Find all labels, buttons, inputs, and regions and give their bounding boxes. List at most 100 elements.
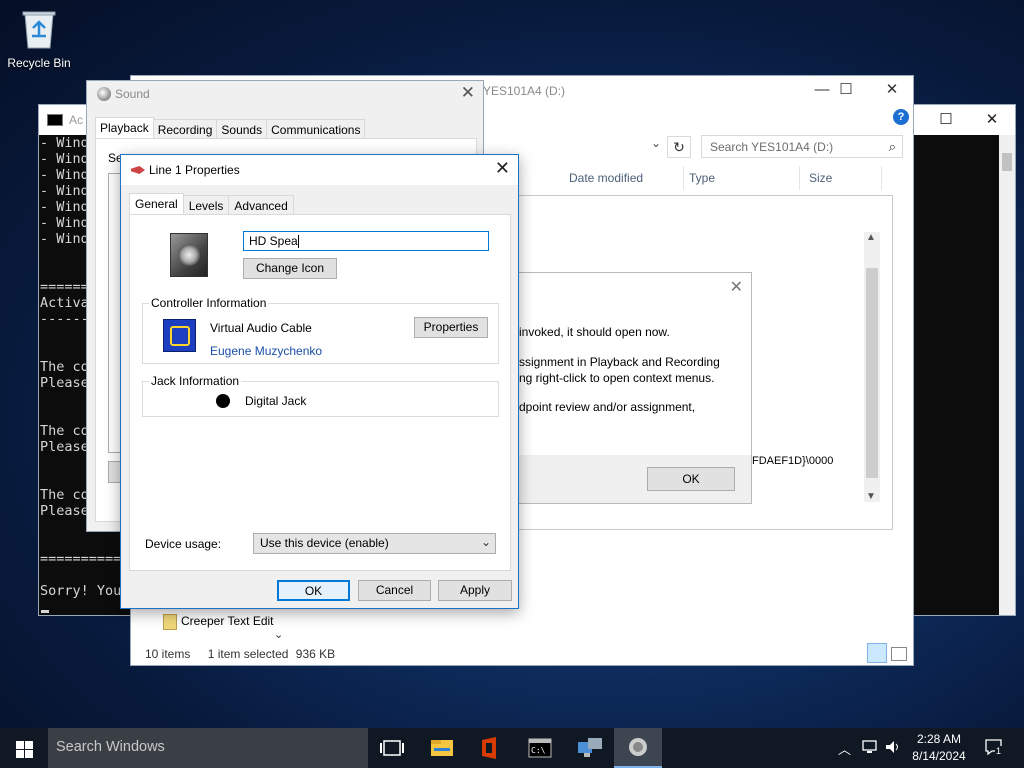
recycle-bin-label: Recycle Bin	[7, 56, 71, 70]
close-icon[interactable]: ✕	[495, 158, 510, 179]
message-text: invoked, it should open now.	[519, 325, 670, 339]
message-dialog[interactable]: ✕ OK	[518, 272, 752, 504]
apply-button[interactable]: Apply	[438, 580, 512, 601]
maximize-icon[interactable]: ☐	[823, 76, 869, 104]
message-text: ssignment in Playback and Recording	[519, 355, 720, 369]
device-name-input[interactable]: HD Spea	[243, 231, 489, 251]
controller-properties-button[interactable]: Properties	[414, 317, 488, 338]
item-count: 10 items	[145, 647, 191, 661]
explorer-title: YES101A4 (D:)	[483, 84, 566, 98]
dialog-title: Line 1 Properties	[149, 163, 240, 177]
controller-info-group: Controller Information Virtual Audio Cab…	[142, 296, 499, 364]
close-icon[interactable]: ✕	[461, 83, 475, 103]
taskbar: Search Windows C:\ ︿ 2:28 AM 8/14/2024 1	[0, 728, 1024, 768]
chevron-down-icon: ⌄	[480, 535, 491, 549]
address-dropdown-icon[interactable]: ⌄	[651, 136, 661, 150]
jack-color-icon	[216, 394, 230, 408]
search-icon: ⌕	[888, 139, 896, 154]
scroll-up-icon[interactable]: ▲	[866, 232, 876, 243]
column-date-modified[interactable]: Date modified	[569, 171, 643, 185]
taskbar-search[interactable]: Search Windows	[48, 728, 368, 768]
file-icon	[163, 614, 177, 630]
network-icon[interactable]	[861, 738, 879, 759]
network-tool-icon[interactable]	[566, 728, 614, 768]
scrollbar-thumb[interactable]	[1002, 153, 1012, 171]
controller-name: Virtual Audio Cable	[210, 321, 312, 335]
recycle-bin-icon	[19, 6, 59, 50]
sound-title: Sound	[115, 87, 150, 101]
speaker-icon	[97, 87, 111, 101]
change-icon-button[interactable]: Change Icon	[243, 258, 337, 279]
console-scrollbar[interactable]	[999, 135, 1015, 615]
selected-count: 1 item selected	[207, 647, 289, 661]
console-cursor	[41, 610, 49, 613]
controller-legend: Controller Information	[149, 296, 269, 310]
sound-settings-icon[interactable]	[614, 728, 662, 768]
file-item[interactable]: Creeper Text Edit	[163, 614, 274, 630]
cancel-button[interactable]: Cancel	[358, 580, 431, 601]
close-icon[interactable]: ✕	[869, 76, 915, 104]
status-bar: 10 items 1 item selected 936 KB	[145, 647, 349, 661]
volume-icon[interactable]	[884, 738, 902, 759]
scrollbar-thumb[interactable]	[866, 268, 878, 478]
speaker-cone	[178, 244, 200, 266]
chevron-down-icon[interactable]: ⌄	[274, 628, 283, 641]
line1-properties-dialog[interactable]: Line 1 Properties ✕ General Levels Advan…	[120, 154, 519, 609]
svg-text:C:\: C:\	[531, 746, 546, 755]
tab-recording[interactable]: Recording	[152, 119, 218, 139]
details-view-icon[interactable]	[867, 643, 887, 663]
column-divider[interactable]	[881, 166, 882, 190]
message-text: dpoint review and/or assignment,	[519, 400, 696, 414]
selected-size: 936 KB	[295, 647, 336, 661]
search-placeholder: Search YES101A4 (D:)	[710, 140, 834, 154]
close-icon[interactable]: ✕	[730, 277, 743, 297]
start-button[interactable]	[0, 728, 48, 768]
search-input[interactable]: Search YES101A4 (D:) ⌕	[701, 135, 903, 158]
jack-info-group: Jack Information Digital Jack	[142, 374, 499, 417]
help-icon[interactable]: ?	[893, 109, 909, 125]
notification-count: 1	[995, 746, 1003, 756]
column-type[interactable]: Type	[689, 171, 715, 185]
message-text: ng right-click to open context menus.	[519, 371, 715, 385]
column-size[interactable]: Size	[809, 171, 832, 185]
console-title: Ac	[69, 113, 84, 127]
guid-text: FDAEF1D}\0000	[752, 455, 834, 467]
command-prompt-icon[interactable]: C:\	[516, 728, 564, 768]
sound-tabs: Playback Recording Sounds Communications	[95, 117, 366, 141]
dialog-titlebar[interactable]: Line 1 Properties ✕	[121, 155, 518, 185]
column-divider[interactable]	[683, 166, 684, 190]
refresh-icon[interactable]: ↻	[667, 136, 691, 158]
tab-levels[interactable]: Levels	[182, 195, 230, 215]
text-caret	[297, 235, 299, 249]
tab-advanced[interactable]: Advanced	[228, 195, 294, 215]
device-usage-value: Use this device (enable)	[260, 536, 389, 550]
tab-sounds[interactable]: Sounds	[216, 119, 268, 139]
ok-button[interactable]: OK	[647, 467, 735, 491]
speaker-icon	[170, 233, 208, 277]
clock-date[interactable]: 8/14/2024	[912, 749, 966, 763]
general-panel: HD Spea Change Icon Controller Informati…	[129, 214, 511, 571]
ok-button[interactable]: OK	[277, 580, 350, 601]
tab-communications[interactable]: Communications	[266, 119, 366, 139]
close-icon[interactable]: ✕	[969, 105, 1015, 135]
device-icon	[131, 166, 145, 174]
maximize-icon[interactable]: ☐	[923, 105, 969, 135]
file-explorer-icon[interactable]	[418, 728, 466, 768]
task-view-icon[interactable]	[368, 728, 416, 768]
jack-legend: Jack Information	[149, 374, 242, 388]
clock-time[interactable]: 2:28 AM	[916, 732, 962, 746]
tab-general[interactable]: General	[129, 193, 184, 216]
device-usage-select[interactable]: Use this device (enable) ⌄	[253, 533, 496, 554]
virtual-audio-cable-icon	[163, 319, 196, 352]
column-divider[interactable]	[799, 166, 800, 190]
props-tabs: General Levels Advanced	[129, 193, 294, 216]
jack-name: Digital Jack	[245, 394, 307, 408]
recycle-bin-shortcut[interactable]: Recycle Bin	[4, 6, 74, 70]
vertical-scrollbar[interactable]: ▲ ▼	[864, 232, 880, 502]
dialog-footer: OK	[519, 455, 751, 503]
device-usage-label: Device usage:	[145, 537, 222, 551]
office-icon[interactable]	[466, 728, 514, 768]
large-icons-view-icon[interactable]	[891, 647, 907, 661]
controller-vendor-link[interactable]: Eugene Muzychenko	[210, 344, 322, 358]
chevron-up-icon[interactable]: ︿	[838, 739, 851, 758]
